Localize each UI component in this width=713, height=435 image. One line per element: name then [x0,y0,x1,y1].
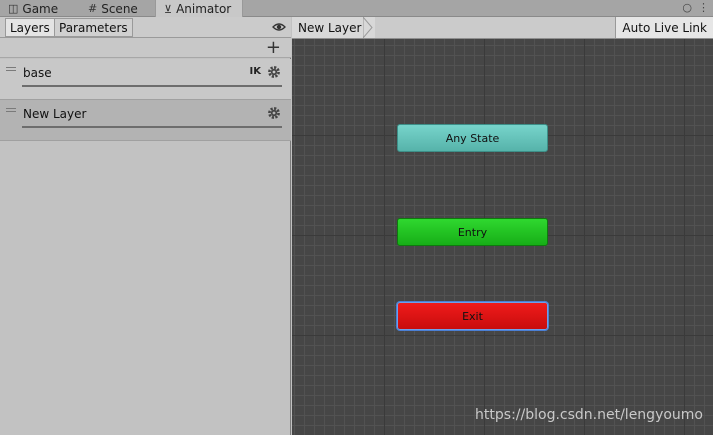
entry-node[interactable]: Entry [397,218,548,246]
breadcrumb-arrow-icon [363,17,373,38]
editor-tab-bar: ◫ Game # Scene ⊻ Animator ○ ⋮ [0,0,713,18]
tab-scene-label: Scene [101,1,138,16]
grid-icon: # [88,2,98,15]
layer-item-new-layer[interactable]: New Layer [0,100,291,141]
more-menu-icon[interactable]: ⋮ [698,1,709,14]
graph-toolbar: New Layer Auto Live Link [292,17,713,39]
window-controls: ○ ⋮ [682,1,709,14]
tab-game[interactable]: ◫ Game [0,0,80,17]
tab-game-label: Game [22,1,59,16]
gear-icon[interactable] [267,65,281,79]
drag-handle-icon[interactable] [6,67,16,71]
tab-parameters-label: Parameters [59,20,128,35]
gear-icon[interactable] [267,106,281,120]
add-layer-row: + [0,38,291,58]
add-layer-button[interactable]: + [266,39,281,57]
tab-scene[interactable]: # Scene [80,0,155,17]
tab-layers-label: Layers [10,20,50,35]
exit-label: Exit [462,309,483,323]
layer-weight-bar [22,85,282,87]
eye-icon[interactable] [272,20,286,34]
any-state-label: Any State [445,131,500,145]
layer-item-base[interactable]: base IK [0,59,291,100]
ik-badge: IK [249,66,261,77]
tab-animator-label: Animator [176,2,232,16]
auto-live-link-label: Auto Live Link [622,20,707,35]
tab-parameters[interactable]: Parameters [54,18,133,37]
any-state-node[interactable]: Any State [397,124,548,152]
animator-icon: ⊻ [164,2,173,16]
lock-icon[interactable]: ○ [682,1,692,14]
animator-graph-canvas[interactable]: Any State Entry Exit https://blog.csdn.n… [292,39,713,435]
layer-name: base [23,66,52,80]
breadcrumb-label: New Layer [298,20,362,35]
layer-name: New Layer [23,107,87,121]
entry-label: Entry [457,225,488,239]
layers-panel: Layers Parameters + base IK New Layer [0,17,291,435]
exit-node[interactable]: Exit [397,302,548,330]
watermark-text: https://blog.csdn.net/lengyoumo [475,407,703,423]
gamepad-icon: ◫ [8,2,19,15]
tab-layers[interactable]: Layers [5,18,55,37]
layer-weight-bar [22,126,282,128]
animator-window: ◫ Game # Scene ⊻ Animator ○ ⋮ Layers Par… [0,0,713,435]
tab-animator[interactable]: ⊻ Animator [155,0,243,18]
drag-handle-icon[interactable] [6,108,16,112]
auto-live-link-toggle[interactable]: Auto Live Link [615,17,713,38]
panel-subtabs: Layers Parameters [0,17,291,38]
